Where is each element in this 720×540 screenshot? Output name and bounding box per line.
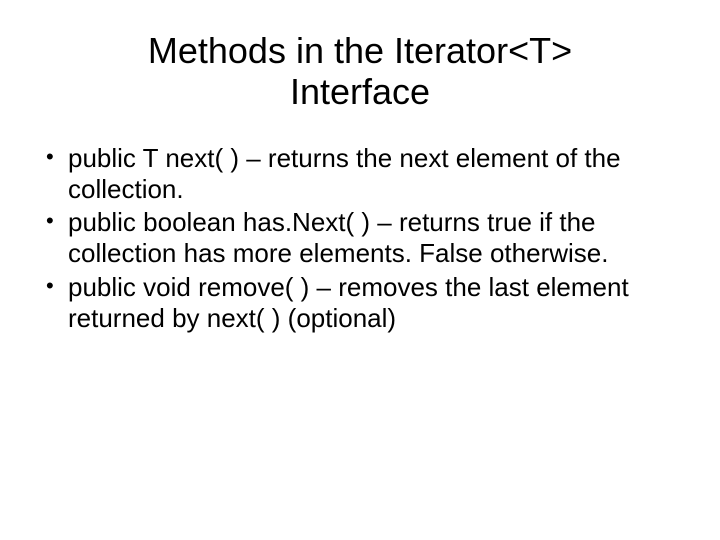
bullet-list: public T next( ) – returns the next elem… — [40, 143, 680, 334]
slide-body: public T next( ) – returns the next elem… — [40, 143, 680, 334]
list-item: public T next( ) – returns the next elem… — [40, 143, 680, 205]
list-item: public boolean has.Next( ) – returns tru… — [40, 207, 680, 269]
list-item: public void remove( ) – removes the last… — [40, 272, 680, 334]
slide: Methods in the Iterator<T> Interface pub… — [0, 0, 720, 540]
slide-title: Methods in the Iterator<T> Interface — [80, 30, 640, 113]
